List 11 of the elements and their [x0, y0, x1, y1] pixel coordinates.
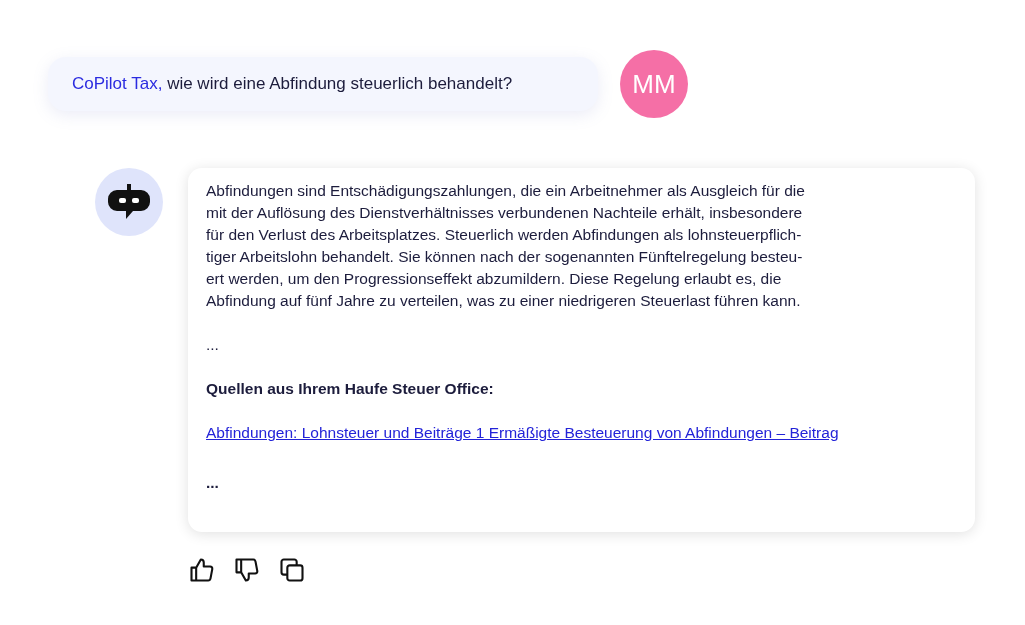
- source-link[interactable]: Abfindungen: Lohnsteuer und Beiträge 1 Ermäßigte Besteuerung von Abfindungen – Beitrag: [206, 424, 839, 441]
- sources-heading: Quellen aus Ihrem Haufe Steuer Office:: [206, 379, 494, 399]
- thumbs-up-icon[interactable]: [188, 556, 216, 584]
- answer-paragraph: Abfindungen sind Entschädigungszahlungen, die ein Arbeitnehmer als Ausgleich für die mit der Auflösung des Dienstverhältnisses verbundenen Nachteile erhält, insbesondere für den Verlust des Arbeitsplatzes. Steuerlich werden Abfindungen als lohnsteuerpflich- tiger Arbeitslohn behandelt. Sie können nach der sogenannten Fünftelregelung besteu- ert werden, um den Progressionseffekt abzumildern. Diese Regelung erlaubt es, die Abfindung auf fünf Jahre zu verteilen, was zu einer niedrigeren Steuerlast führen kann.: [206, 181, 806, 311]
- user-avatar: MM: [620, 50, 688, 118]
- assistant-mention: CoPilot Tax,: [72, 74, 163, 93]
- thumbs-down-icon[interactable]: [233, 556, 261, 584]
- copy-icon[interactable]: [278, 556, 306, 584]
- ellipsis-text: ...: [206, 473, 220, 493]
- question-text: wie wird eine Abfindung steuerlich behandelt?: [167, 74, 513, 93]
- ellipsis-text: ...: [206, 335, 220, 355]
